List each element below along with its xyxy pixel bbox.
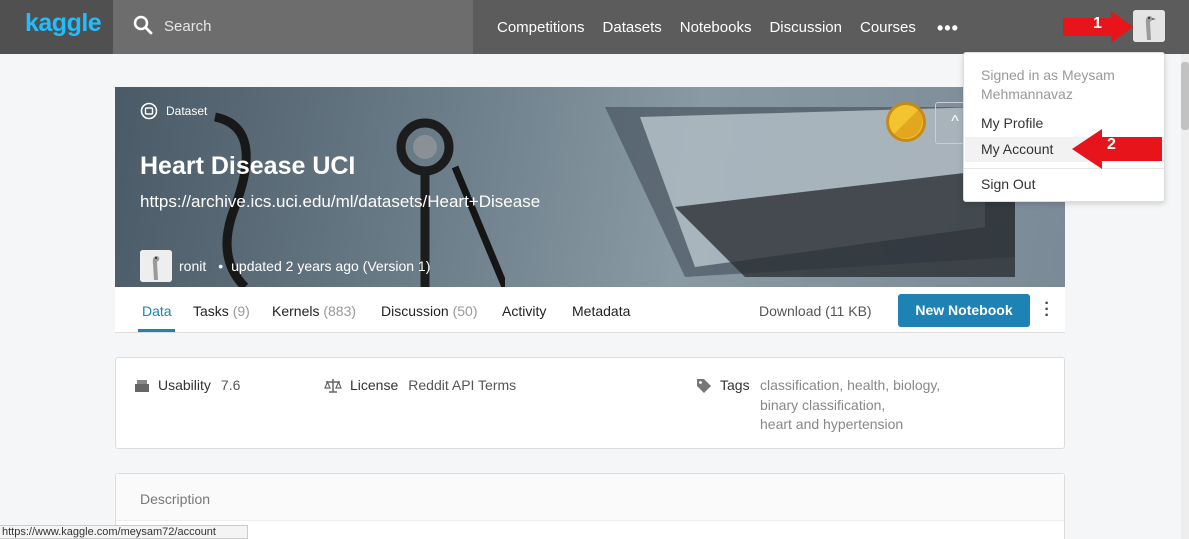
nav-competitions[interactable]: Competitions	[497, 19, 585, 36]
tag-icon	[697, 379, 711, 393]
updated-info: updated 2 years ago (Version 1)	[231, 258, 431, 274]
my-profile-link[interactable]: My Profile	[981, 115, 1043, 131]
tab-discussion[interactable]: Discussion (50)	[381, 303, 478, 319]
tags-info: Tags	[696, 377, 750, 394]
browser-status-url: https://www.kaggle.com/meysam72/account	[0, 525, 248, 539]
tab-count: (9)	[232, 303, 250, 319]
tab-metadata[interactable]: Metadata	[572, 303, 630, 319]
license-label: License	[350, 377, 399, 393]
annotation-arrow-2	[1072, 129, 1162, 169]
active-tab-indicator	[138, 329, 175, 332]
dataset-title: Heart Disease UCI	[140, 152, 356, 180]
my-account-link[interactable]: My Account	[981, 141, 1053, 157]
search-icon	[133, 15, 153, 35]
tags-line[interactable]: classification, health, biology,	[760, 376, 980, 396]
more-menu-icon[interactable]: •••	[937, 18, 959, 39]
scale-icon	[324, 379, 342, 393]
usability-icon	[135, 380, 149, 392]
license-value[interactable]: Reddit API Terms	[408, 377, 516, 393]
dataset-meta-card: Usability 7.6 License Reddit API Terms T…	[115, 357, 1065, 449]
dataset-type-label: Dataset	[140, 102, 207, 120]
search-placeholder: Search	[164, 18, 212, 35]
tab-kernels[interactable]: Kernels (883)	[272, 303, 356, 319]
dataset-owner: ronit • updated 2 years ago (Version 1)	[140, 250, 430, 282]
medal-graphic	[889, 105, 923, 139]
tab-label: Tasks	[193, 303, 229, 319]
tab-activity[interactable]: Activity	[502, 303, 546, 319]
tab-label: Kernels	[272, 303, 320, 319]
tab-data[interactable]: Data	[142, 303, 172, 319]
nav-datasets[interactable]: Datasets	[603, 19, 662, 36]
tags-line[interactable]: binary classification,	[760, 396, 980, 416]
license-info: License Reddit API Terms	[324, 377, 516, 394]
top-navbar: kaggle Search Competitions Datasets Note…	[0, 0, 1189, 54]
download-button[interactable]: Download (11 KB)	[759, 303, 872, 319]
dataset-hero-banner: Dataset Heart Disease UCI https://archiv…	[115, 87, 1065, 287]
dataset-icon	[140, 102, 158, 120]
signed-in-as: Signed in as Meysam Mehmannavaz	[981, 67, 1115, 102]
owner-name[interactable]: ronit	[179, 258, 206, 274]
description-card: Description	[115, 473, 1065, 539]
dataset-label-text: Dataset	[166, 104, 208, 118]
tab-count: (883)	[323, 303, 357, 319]
owner-avatar[interactable]	[140, 250, 172, 282]
tab-label: Metadata	[572, 303, 631, 319]
nav-courses[interactable]: Courses	[860, 19, 916, 36]
scrollbar-thumb[interactable]	[1181, 62, 1189, 130]
bronze-medal-icon	[886, 102, 926, 142]
dataset-tabs: Data Tasks (9) Kernels (883) Discussion …	[115, 287, 1065, 333]
usability-info: Usability 7.6	[134, 377, 240, 394]
tags-list[interactable]: classification, health, biology, binary …	[760, 376, 980, 435]
kaggle-logo[interactable]: kaggle	[0, 0, 113, 54]
usability-label: Usability	[158, 377, 211, 393]
separator-dot: •	[218, 258, 224, 274]
user-avatar-button[interactable]	[1133, 10, 1165, 42]
usability-value: 7.6	[220, 377, 241, 393]
tab-label: Discussion	[381, 303, 449, 319]
tags-line[interactable]: heart and hypertension	[760, 415, 980, 435]
nav-discussion[interactable]: Discussion	[769, 19, 842, 36]
search-bar[interactable]: Search	[113, 0, 473, 54]
description-header: Description	[116, 474, 1064, 521]
user-dropdown-menu: Signed in as Meysam Mehmannavaz My Profi…	[963, 52, 1165, 202]
annotation-number-1: 1	[1093, 15, 1102, 32]
kebab-menu-icon[interactable]: · · ·	[1043, 296, 1051, 324]
main-nav: Competitions Datasets Notebooks Discussi…	[497, 0, 934, 54]
description-heading: Description	[140, 491, 211, 507]
tab-count: (50)	[452, 303, 478, 319]
new-notebook-button[interactable]: New Notebook	[898, 294, 1030, 327]
sign-out-link[interactable]: Sign Out	[981, 176, 1035, 192]
dataset-subtitle: https://archive.ics.uci.edu/ml/datasets/…	[140, 192, 541, 211]
nav-notebooks[interactable]: Notebooks	[680, 19, 752, 36]
goose-avatar-icon	[140, 250, 172, 282]
tab-label: Data	[142, 303, 172, 319]
annotation-number-2: 2	[1107, 136, 1116, 153]
logo-text: kaggle	[25, 9, 102, 37]
tab-label: Activity	[502, 303, 547, 319]
tags-label: Tags	[720, 377, 750, 393]
goose-avatar-icon	[1133, 10, 1165, 42]
tab-tasks[interactable]: Tasks (9)	[193, 303, 250, 319]
